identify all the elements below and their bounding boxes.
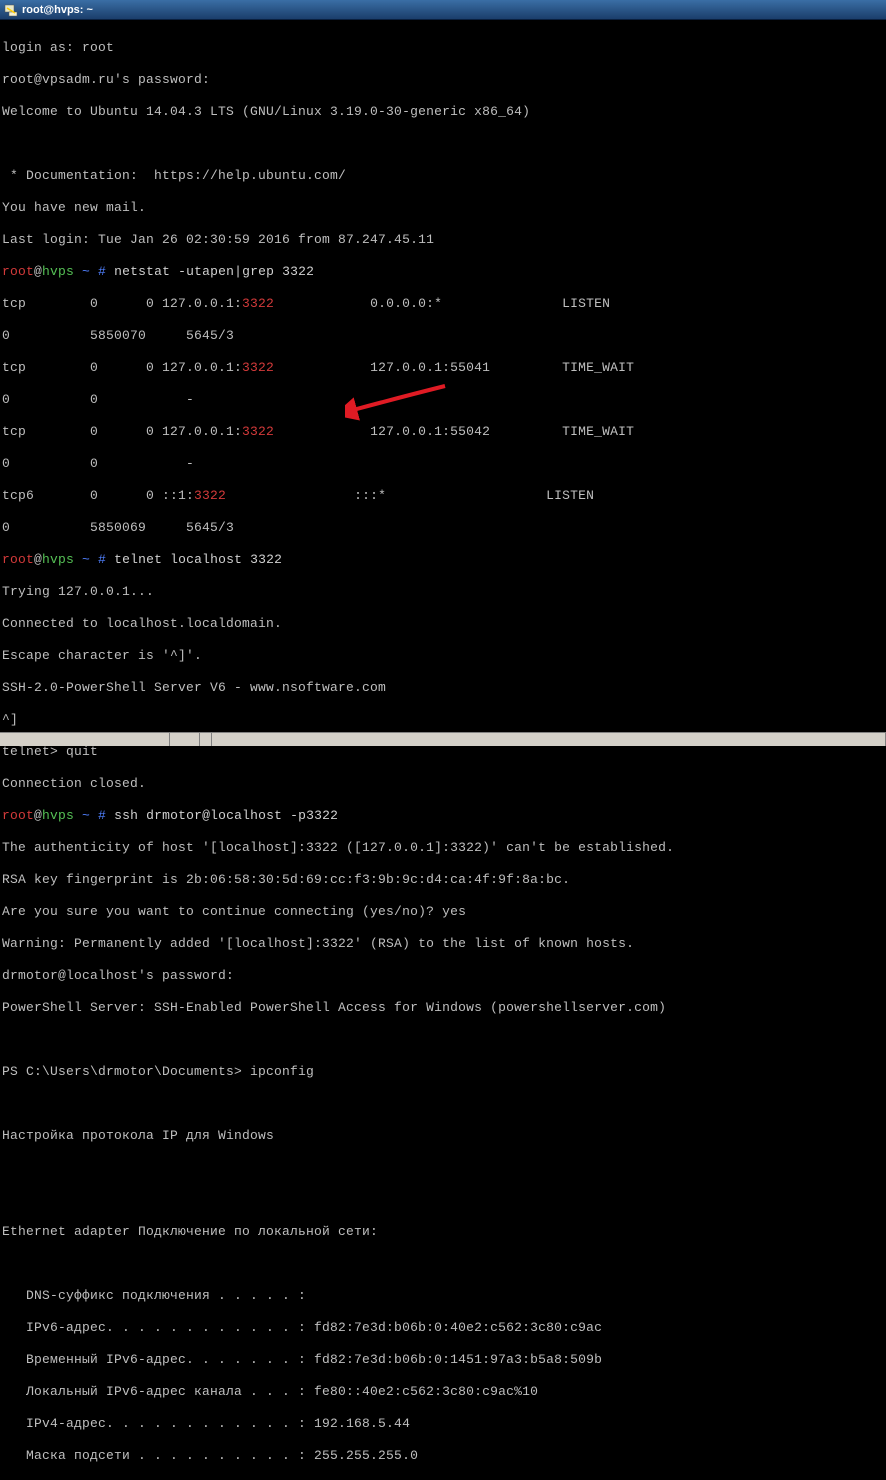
line [2,1256,884,1272]
line: IPv4-адрес. . . . . . . . . . . . : 192.… [2,1416,884,1432]
line: tcp6 0 0 ::1:3322 :::* LISTEN [2,488,884,504]
line: PS C:\Users\drmotor\Documents> ipconfig [2,1064,884,1080]
line: Ethernet adapter Подключение по локально… [2,1224,884,1240]
line: Connected to localhost.localdomain. [2,616,884,632]
line: 0 5850069 5645/3 [2,520,884,536]
terminal-output[interactable]: login as: root root@vpsadm.ru's password… [0,20,886,1480]
line: tcp 0 0 127.0.0.1:3322 127.0.0.1:55042 T… [2,424,884,440]
line: Маска подсети . . . . . . . . . . : 255.… [2,1448,884,1464]
prompt-line: root@hvps ~ # telnet localhost 3322 [2,552,884,568]
line: You have new mail. [2,200,884,216]
line: drmotor@localhost's password: [2,968,884,984]
status-cell [170,733,200,746]
line: tcp 0 0 127.0.0.1:3322 0.0.0.0:* LISTEN [2,296,884,312]
line: SSH-2.0-PowerShell Server V6 - www.nsoft… [2,680,884,696]
line: IPv6-адрес. . . . . . . . . . . . : fd82… [2,1320,884,1336]
line: root@vpsadm.ru's password: [2,72,884,88]
window-title: root@hvps: ~ [22,4,93,16]
line [2,1192,884,1208]
line: telnet> quit [2,744,884,760]
line: The authenticity of host '[localhost]:33… [2,840,884,856]
line: Connection closed. [2,776,884,792]
window-titlebar[interactable]: root@hvps: ~ [0,0,886,20]
line: Локальный IPv6-адрес канала . . . : fe80… [2,1384,884,1400]
status-cell [212,733,886,746]
line: Escape character is '^]'. [2,648,884,664]
line: 0 5850070 5645/3 [2,328,884,344]
line: RSA key fingerprint is 2b:06:58:30:5d:69… [2,872,884,888]
status-cell [200,733,212,746]
line: 0 0 - [2,456,884,472]
line [2,1096,884,1112]
line [2,136,884,152]
line [2,1032,884,1048]
line: DNS-суффикс подключения . . . . . : [2,1288,884,1304]
line: Trying 127.0.0.1... [2,584,884,600]
prompt-line: root@hvps ~ # netstat -utapen|grep 3322 [2,264,884,280]
line: 0 0 - [2,392,884,408]
line: PowerShell Server: SSH-Enabled PowerShel… [2,1000,884,1016]
line: Временный IPv6-адрес. . . . . . . : fd82… [2,1352,884,1368]
status-cell [0,733,170,746]
status-bar [0,732,886,746]
putty-icon [4,3,18,17]
line: Настройка протокола IP для Windows [2,1128,884,1144]
line: Welcome to Ubuntu 14.04.3 LTS (GNU/Linux… [2,104,884,120]
line [2,1160,884,1176]
line: * Documentation: https://help.ubuntu.com… [2,168,884,184]
line: Are you sure you want to continue connec… [2,904,884,920]
line: ^] [2,712,884,728]
line: Warning: Permanently added '[localhost]:… [2,936,884,952]
line: login as: root [2,40,884,56]
prompt-line: root@hvps ~ # ssh drmotor@localhost -p33… [2,808,884,824]
line: Last login: Tue Jan 26 02:30:59 2016 fro… [2,232,884,248]
line: tcp 0 0 127.0.0.1:3322 127.0.0.1:55041 T… [2,360,884,376]
